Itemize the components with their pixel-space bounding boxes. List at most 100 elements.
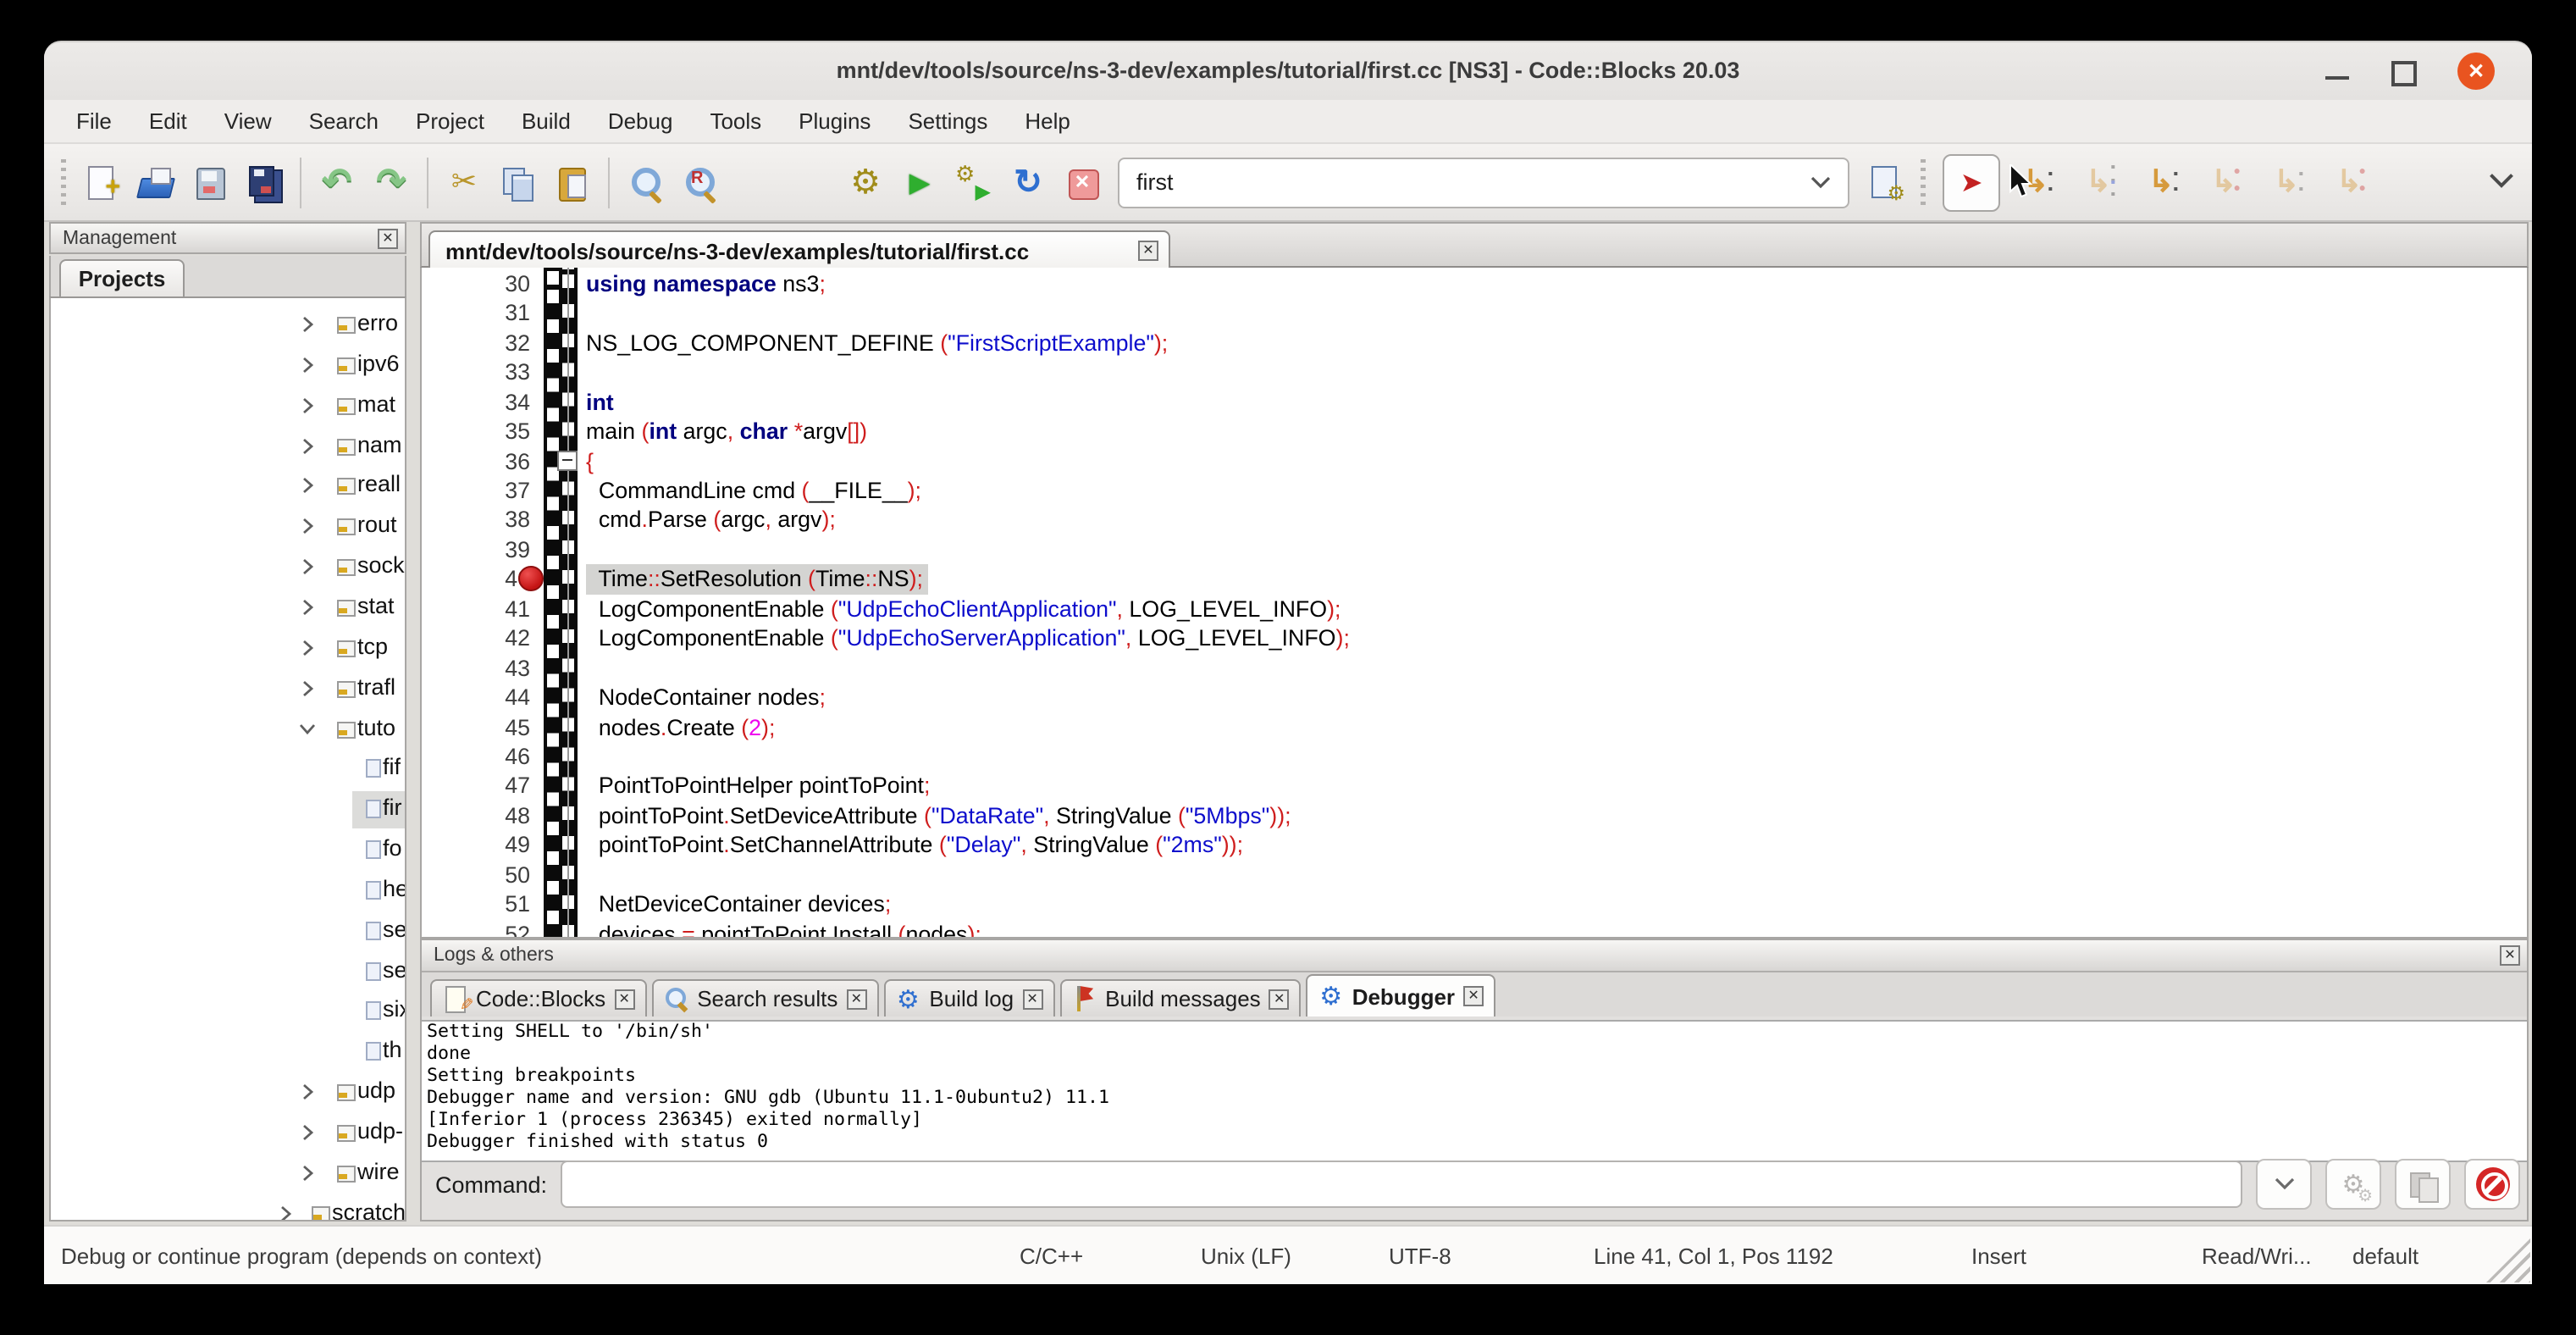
tree-item[interactable]: six — [51, 992, 405, 1033]
build-and-run-icon[interactable] — [955, 163, 992, 201]
code-line[interactable]: 42 LogComponentEnable ("UdpEchoServerApp… — [422, 623, 2527, 653]
replace-icon[interactable]: R — [681, 163, 718, 201]
code-line[interactable]: 33 — [422, 357, 2527, 387]
tree-item[interactable]: nam — [51, 426, 405, 467]
menu-debug[interactable]: Debug — [593, 105, 688, 137]
close-tab-icon[interactable]: ✕ — [614, 989, 634, 1009]
close-tab-icon[interactable]: ✕ — [1138, 241, 1158, 261]
tree-item[interactable]: fir — [51, 789, 405, 830]
chevron-right-icon[interactable] — [298, 1123, 317, 1142]
undo-icon[interactable]: ↶ — [318, 163, 356, 201]
code-line[interactable]: 40 Time::SetResolution (Time::NS); — [422, 565, 2527, 595]
save-all-icon[interactable] — [246, 163, 283, 201]
code-line[interactable]: 34int — [422, 387, 2527, 417]
editor-tab[interactable]: mnt/dev/tools/source/ns-3-dev/examples/t… — [428, 230, 1170, 269]
tree-item[interactable]: erro — [51, 305, 405, 346]
chevron-right-icon[interactable] — [298, 396, 317, 414]
tree-item[interactable]: se — [51, 951, 405, 992]
redo-icon[interactable]: ↷ — [373, 163, 410, 201]
tree-item[interactable]: reall — [51, 467, 405, 507]
find-icon[interactable] — [627, 163, 664, 201]
code-line[interactable]: 36{ — [422, 446, 2527, 476]
rebuild-icon[interactable]: ↻ — [1009, 163, 1047, 201]
next-instruction-icon[interactable]: ↳ — [2268, 163, 2305, 201]
code-line[interactable]: 51 NetDeviceContainer devices; — [422, 890, 2527, 920]
stop-debugger-button[interactable] — [2464, 1159, 2520, 1210]
close-logs-icon[interactable]: ✕ — [2500, 945, 2520, 966]
chevron-down-icon[interactable] — [298, 719, 317, 738]
menu-build[interactable]: Build — [506, 105, 586, 137]
tree-item[interactable]: ipv6 — [51, 346, 405, 386]
tree-item[interactable]: tcp — [51, 629, 405, 669]
titlebar[interactable]: mnt/dev/tools/source/ns-3-dev/examples/t… — [44, 42, 2532, 100]
minimize-icon[interactable] — [2319, 53, 2356, 90]
chevron-right-icon[interactable] — [298, 518, 317, 536]
toolbar-grip[interactable] — [1921, 158, 1926, 206]
tree-item[interactable]: th — [51, 1033, 405, 1073]
code-editor[interactable]: 30using namespace ns3;3132NS_LOG_COMPONE… — [420, 268, 2529, 939]
run-icon[interactable]: ▶ — [901, 163, 938, 201]
menu-help[interactable]: Help — [1009, 105, 1086, 137]
compile-target-options-icon[interactable] — [1866, 163, 1904, 201]
code-line[interactable]: 52 devices = pointToPoint.Install (nodes… — [422, 919, 2527, 939]
code-line[interactable]: 30using namespace ns3; — [422, 269, 2527, 299]
menu-settings[interactable]: Settings — [893, 105, 1003, 137]
save-file-icon[interactable] — [191, 163, 229, 201]
chevron-right-icon[interactable] — [298, 679, 317, 697]
tree-item[interactable]: fif — [51, 750, 405, 790]
paste-icon[interactable] — [554, 163, 591, 201]
close-tab-icon[interactable]: ✕ — [1269, 989, 1290, 1009]
logs-tab-debugger[interactable]: ⚙Debugger✕ — [1307, 974, 1495, 1016]
toolbar-grip[interactable] — [61, 158, 66, 206]
command-history-dropdown[interactable] — [2256, 1159, 2312, 1210]
code-line[interactable]: 32NS_LOG_COMPONENT_DEFINE ("FirstScriptE… — [422, 328, 2527, 357]
menu-file[interactable]: File — [61, 105, 127, 137]
new-file-icon[interactable] — [83, 163, 120, 201]
copy-icon[interactable] — [500, 163, 537, 201]
chevron-right-icon[interactable] — [298, 1083, 317, 1101]
menu-view[interactable]: View — [209, 105, 287, 137]
logs-tab-build-log[interactable]: ⚙Build log✕ — [883, 979, 1054, 1016]
menu-project[interactable]: Project — [401, 105, 500, 137]
abort-build-icon[interactable] — [1064, 163, 1101, 201]
chevron-right-icon[interactable] — [298, 639, 317, 657]
code-line[interactable]: 43 — [422, 653, 2527, 683]
code-line[interactable]: 39 — [422, 535, 2527, 565]
chevron-right-icon[interactable] — [298, 1164, 317, 1183]
tree-item[interactable]: fo — [51, 830, 405, 871]
menu-plugins[interactable]: Plugins — [783, 105, 886, 137]
tree-item[interactable]: se — [51, 911, 405, 952]
debugger-output[interactable]: Setting SHELL to '/bin/sh'doneSetting br… — [422, 1020, 2527, 1162]
chevron-right-icon[interactable] — [276, 1204, 295, 1221]
step-out-icon[interactable]: ↳ — [2205, 163, 2242, 201]
step-into-icon[interactable]: ↳ — [2142, 163, 2180, 201]
code-line[interactable]: 37 CommandLine cmd (__FILE__); — [422, 476, 2527, 506]
tree-item[interactable]: he — [51, 871, 405, 911]
logs-tab-code-blocks[interactable]: Code::Blocks✕ — [430, 979, 646, 1016]
logs-tab-search-results[interactable]: Search results✕ — [651, 979, 878, 1016]
code-line[interactable]: 47 PointToPointHelper pointToPoint; — [422, 772, 2527, 801]
code-line[interactable]: 46 — [422, 742, 2527, 772]
tab-projects[interactable]: Projects — [59, 259, 185, 296]
tree-item[interactable]: stat — [51, 588, 405, 629]
command-input[interactable] — [561, 1161, 2242, 1208]
cut-icon[interactable]: ✂ — [445, 163, 483, 201]
maximize-icon[interactable] — [2383, 53, 2420, 90]
tree-item[interactable]: rout — [51, 507, 405, 548]
tree-item[interactable]: wire — [51, 1154, 405, 1194]
resize-grip[interactable] — [2486, 1238, 2530, 1282]
step-into-instruction-icon[interactable]: ↳ — [2330, 163, 2368, 201]
code-line[interactable]: 38 cmd.Parse (argc, argv); — [422, 506, 2527, 535]
tree-item[interactable]: sock — [51, 547, 405, 588]
code-line[interactable]: 50 — [422, 861, 2527, 890]
chevron-right-icon[interactable] — [298, 356, 317, 374]
copy-log-button[interactable] — [2395, 1159, 2451, 1210]
tree-item[interactable]: trafl — [51, 668, 405, 709]
chevron-right-icon[interactable] — [298, 315, 317, 334]
menu-search[interactable]: Search — [294, 105, 394, 137]
chevron-right-icon[interactable] — [298, 436, 317, 455]
debug-continue-button[interactable]: ➤ — [1943, 153, 2000, 211]
tree-item[interactable]: tuto — [51, 709, 405, 750]
logs-tab-build-messages[interactable]: Build messages✕ — [1059, 979, 1302, 1016]
close-tab-icon[interactable]: ✕ — [846, 989, 866, 1009]
